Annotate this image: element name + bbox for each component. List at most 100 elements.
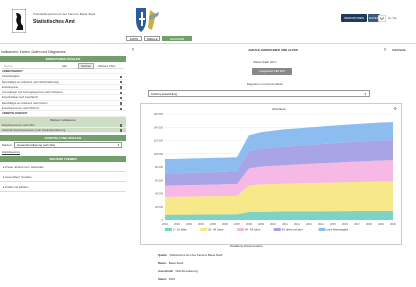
- chevron-right-icon[interactable]: ›: [384, 47, 386, 53]
- x-tick-label: 2002: [174, 222, 180, 226]
- legend-swatch: [237, 228, 244, 231]
- basel-logo-icon: [12, 9, 26, 33]
- indicator-label: Grenzgänger und Grenzgängerinnen nach Ar…: [2, 91, 63, 95]
- x-tick-label: 2010: [270, 222, 276, 226]
- indicator-label: Erwerbspersonen nach Wohnort: [2, 107, 40, 111]
- x-tick-label: 2013: [306, 222, 312, 226]
- footnote-row: Ausschnitt: Wohnbevölkerung: [158, 269, 198, 273]
- x-tick-label: 2001: [162, 222, 168, 226]
- y-tick-label: 60 000: [155, 178, 163, 182]
- footnote-value: Wohnbevölkerung: [175, 269, 198, 273]
- related-item[interactable]: ▸ Preise, Einkommen, Haushalte: [0, 162, 126, 173]
- diagramm-button[interactable]: DIAGRAMM: [162, 36, 192, 41]
- y-tick-label: 0: [162, 218, 164, 222]
- footnote-key: Ausschnitt:: [158, 269, 174, 273]
- checkbox-icon[interactable]: [119, 96, 122, 100]
- app-window: Präsidialdepartement des Kantons Basel-S…: [0, 0, 416, 287]
- checkbox-icon[interactable]: [119, 124, 122, 127]
- legend-label: ohne Altersangabe: [327, 228, 349, 232]
- legend-swatch: [273, 228, 281, 231]
- x-tick-label: 2014: [318, 222, 324, 226]
- user-text: Hi / Ex: [388, 16, 397, 20]
- x-tick-label: 2008: [246, 222, 252, 226]
- weitere-link[interactable]: WEITERE: [392, 48, 406, 52]
- search-bar: Suche Alle Suchen Weitere Filter: [2, 62, 124, 69]
- x-tick-label: 2006: [222, 222, 228, 226]
- chevron-down-icon: ▾: [364, 92, 366, 96]
- footnote-row: Raum: Basel-Stadt: [158, 261, 183, 265]
- legend-swatch: [165, 228, 172, 231]
- footnote-head: Detaillierte Dokumentation: [230, 244, 263, 248]
- filter-toggle[interactable]: Weitere Filter: [98, 64, 116, 68]
- reset-link[interactable]: Zurücksetzen: [0, 149, 126, 155]
- x-tick-label: 2012: [294, 222, 300, 226]
- footnote-value: 2018: [168, 277, 175, 281]
- x-tick-label: 2018: [366, 222, 372, 226]
- related-item-label: Preise, Einkommen, Haushalte: [5, 165, 44, 170]
- y-tick-label: 80 000: [155, 165, 163, 169]
- checkbox-icon[interactable]: [119, 91, 122, 95]
- x-tick-label: 2007: [234, 222, 240, 226]
- legend-swatch: [200, 228, 208, 231]
- filter-row[interactable]: Anteil der Erwerbspersonen in der Gesamt…: [0, 127, 126, 134]
- x-tick-label: 2004: [198, 222, 204, 226]
- amt-title: Statistisches Amt: [33, 19, 75, 25]
- chart-container: Abschluss 0 20 000 40 000 60 000 80 000 100 00…: [140, 103, 402, 245]
- checkbox-icon[interactable]: [119, 86, 122, 89]
- organisation-name: Präsidialdepartement des Kantons Basel-S…: [33, 12, 96, 16]
- legend-label: 40 - 64 Jahre: [245, 228, 261, 232]
- x-tick-label: 2003: [186, 222, 192, 226]
- x-tick-label: 2017: [354, 222, 360, 226]
- indicator-label: Erwerbstätige nach Geschlecht: [2, 96, 38, 100]
- search-input[interactable]: Suche: [4, 64, 13, 68]
- chart-menu-icon[interactable]: ⚙: [393, 106, 397, 111]
- legend-label: 0 - 19 Jahre: [173, 228, 187, 232]
- group-label: ARBEITSLOSIGKEIT: [0, 111, 126, 117]
- user-menu-icon[interactable]: [378, 15, 386, 22]
- y-tick-label: 140 000: [154, 125, 164, 129]
- y-tick-label: 40 000: [155, 192, 163, 196]
- main-panel: ‹ ANZAHL EINWOHNER UND ALTER › WEITERE B…: [130, 44, 416, 287]
- checkbox-icon[interactable]: [119, 129, 122, 132]
- x-tick-label: 2020: [390, 222, 396, 226]
- y-tick-label: 100 000: [154, 152, 164, 156]
- related-list: ▸ Preise, Einkommen, Haushalte ▸ Gesundhe…: [0, 162, 126, 193]
- checkbox-icon[interactable]: [119, 102, 122, 105]
- panel-title: ANZAHL EINWOHNER UND ALTER: [248, 48, 298, 52]
- chevron-down-icon: ▾: [117, 143, 119, 148]
- search-tag[interactable]: Alle: [62, 64, 67, 68]
- filter-rows: Erwerbspersonen nach Alter Anteil der Erw…: [0, 122, 126, 134]
- chart-title: Abschluss: [272, 107, 286, 111]
- diagram-label: Diagramm und Kennzahlen: [246, 82, 284, 86]
- panel-subtitle: Basel-Stadt 2017: [253, 60, 277, 64]
- indikatoren-button[interactable]: INDIKATOREN: [341, 14, 367, 22]
- footnote-key: Stand:: [158, 277, 167, 281]
- related-item-label: Politik und Wahlen: [5, 185, 29, 190]
- related-item[interactable]: ▸ Politik und Wahlen: [0, 182, 126, 193]
- total-button[interactable]: Insgesamt 198 262: [252, 68, 292, 75]
- diagram-select[interactable]: Zeitliche Entwicklung ▾: [148, 90, 370, 97]
- footnote-row: Quelle: Statistisches Amt des Kantons Bas…: [158, 253, 222, 257]
- indicator-label: Beschäftigte am Arbeitsort nach Wirtscha…: [2, 80, 59, 84]
- karte-button[interactable]: KARTE: [126, 36, 142, 41]
- filter-row-label: Anteil der Erwerbspersonen in der Gesamt…: [2, 128, 66, 132]
- view-toolbar: KARTE TABELLE DIAGRAMM: [126, 35, 416, 43]
- footnote-value: Basel-Stadt: [168, 261, 184, 265]
- x-tick-label: 2005: [210, 222, 216, 226]
- related-item[interactable]: ▸ Gesundheit, Soziales: [0, 172, 126, 183]
- checkbox-icon[interactable]: [119, 107, 122, 110]
- y-tick-label: 160 000: [154, 112, 164, 116]
- panel-navrow: ‹ ANZAHL EINWOHNER UND ALTER › WEITERE: [130, 47, 416, 55]
- darstellung-select[interactable]: Gesamtbevölkerung nach Alter ▾: [14, 142, 122, 149]
- indicator-list: Arbeitslosigkeit Beschäftigte am Arbeitso…: [0, 74, 126, 112]
- tabelle-button[interactable]: TABELLE: [144, 36, 160, 41]
- crest-icon: [136, 8, 159, 32]
- x-tick-label: 2015: [330, 222, 336, 226]
- area-chart: Abschluss 0 20 000 40 000 60 000 80 000 100 00…: [154, 106, 398, 232]
- y-tick-label: 20 000: [155, 205, 163, 209]
- legend-swatch: [318, 228, 326, 231]
- checkbox-icon[interactable]: [119, 75, 122, 79]
- y-tick-label: 120 000: [154, 139, 164, 143]
- footnote-row: Stand: 2018: [158, 277, 175, 281]
- sidebar: Indikatoren: Karten, Daten und Diagramme…: [0, 48, 126, 287]
